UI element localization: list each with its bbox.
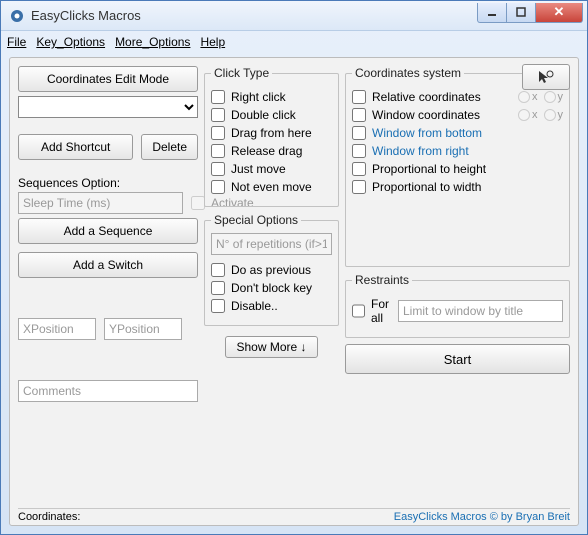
menubar: File Key_Options More_Options Help	[1, 31, 587, 53]
relative-coordinates-checkbox[interactable]	[352, 90, 366, 104]
coordinates-system-group: Coordinates system Relative coordinates …	[345, 66, 570, 267]
restraints-legend: Restraints	[352, 273, 412, 287]
coordinates-system-legend: Coordinates system	[352, 66, 464, 80]
app-icon	[9, 8, 25, 24]
delete-button[interactable]: Delete	[141, 134, 198, 160]
window-coordinates-row: Window coordinates x y	[352, 108, 563, 122]
add-shortcut-button[interactable]: Add Shortcut	[18, 134, 133, 160]
window-x-radio[interactable]: x	[518, 109, 538, 121]
menu-key-options[interactable]: Key_Options	[36, 35, 105, 49]
relative-coordinates-row: Relative coordinates x y	[352, 90, 563, 104]
window-controls: ✕	[478, 3, 583, 25]
special-options-group: Special Options Do as previous Don't blo…	[204, 213, 339, 326]
window-from-right-checkbox[interactable]: Window from right	[352, 144, 563, 158]
yposition-input[interactable]	[104, 318, 182, 340]
relative-y-radio[interactable]: y	[544, 91, 564, 103]
pointer-tool-button[interactable]	[522, 64, 570, 90]
window-coordinates-checkbox[interactable]	[352, 108, 366, 122]
dont-block-key-checkbox[interactable]: Don't block key	[211, 281, 332, 295]
proportional-height-checkbox[interactable]: Proportional to height	[352, 162, 563, 176]
middle-column: Click Type Right click Double click Drag…	[204, 66, 339, 506]
shortcut-combo[interactable]	[18, 96, 198, 118]
xposition-input[interactable]	[18, 318, 96, 340]
do-as-previous-checkbox[interactable]: Do as previous	[211, 263, 332, 277]
disable-checkbox[interactable]: Disable..	[211, 299, 332, 313]
click-type-group: Click Type Right click Double click Drag…	[204, 66, 339, 207]
maximize-button[interactable]	[506, 3, 536, 23]
start-button[interactable]: Start	[345, 344, 570, 374]
not-even-move-checkbox[interactable]: Not even move	[211, 180, 332, 194]
close-button[interactable]: ✕	[535, 3, 583, 23]
click-type-legend: Click Type	[211, 66, 272, 80]
statusbar: Coordinates: EasyClicks Macros © by Brya…	[18, 508, 570, 523]
coordinates-readout: Coordinates:	[18, 511, 80, 523]
sequences-option-label: Sequences Option:	[18, 176, 198, 190]
repetitions-input[interactable]	[211, 233, 332, 255]
client-area: Coordinates Edit Mode Add Shortcut Delet…	[9, 57, 579, 526]
add-switch-button[interactable]: Add a Switch	[18, 252, 198, 278]
window-title: EasyClicks Macros	[31, 8, 478, 23]
restraints-group: Restraints For all	[345, 273, 570, 338]
left-column: Coordinates Edit Mode Add Shortcut Delet…	[18, 66, 198, 506]
show-more-button[interactable]: Show More ↓	[225, 336, 317, 358]
sleep-time-input[interactable]	[18, 192, 183, 214]
right-click-checkbox[interactable]: Right click	[211, 90, 332, 104]
credit-link[interactable]: EasyClicks Macros © by Bryan Breit	[394, 511, 570, 523]
drag-from-here-checkbox[interactable]: Drag from here	[211, 126, 332, 140]
coordinates-edit-mode-button[interactable]: Coordinates Edit Mode	[18, 66, 198, 92]
menu-help[interactable]: Help	[200, 35, 225, 49]
add-sequence-button[interactable]: Add a Sequence	[18, 218, 198, 244]
cursor-icon	[537, 69, 555, 85]
proportional-width-checkbox[interactable]: Proportional to width	[352, 180, 563, 194]
limit-window-input[interactable]	[398, 300, 563, 322]
titlebar[interactable]: EasyClicks Macros ✕	[1, 1, 587, 31]
for-all-checkbox[interactable]: For all	[352, 297, 390, 325]
window: EasyClicks Macros ✕ File Key_Options Mor…	[0, 0, 588, 535]
menu-more-options[interactable]: More_Options	[115, 35, 190, 49]
special-options-legend: Special Options	[211, 213, 301, 227]
relative-x-radio[interactable]: x	[518, 91, 538, 103]
minimize-button[interactable]	[477, 3, 507, 23]
right-column: Coordinates system Relative coordinates …	[345, 66, 570, 506]
menu-file[interactable]: File	[7, 35, 26, 49]
just-move-checkbox[interactable]: Just move	[211, 162, 332, 176]
window-from-bottom-checkbox[interactable]: Window from bottom	[352, 126, 563, 140]
release-drag-checkbox[interactable]: Release drag	[211, 144, 332, 158]
comments-input[interactable]	[18, 380, 198, 402]
window-y-radio[interactable]: y	[544, 109, 564, 121]
double-click-checkbox[interactable]: Double click	[211, 108, 332, 122]
